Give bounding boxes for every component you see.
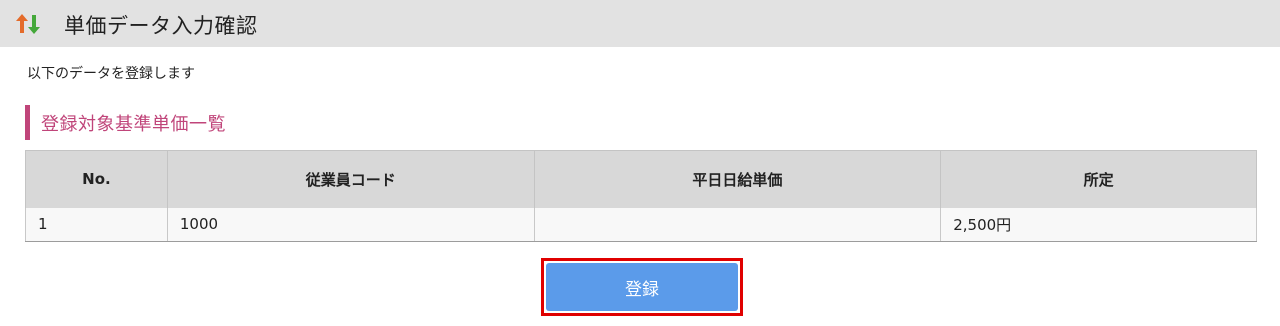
unit-price-table: No. 従業員コード 平日日給単価 所定 1 1000 2,500円: [25, 150, 1257, 242]
cell-scheduled: 2,500円: [940, 207, 1257, 242]
section-title: 登録対象基準単価一覧: [41, 113, 226, 135]
section-heading: 登録対象基準単価一覧: [25, 105, 226, 140]
cell-no: 1: [25, 207, 168, 242]
table-header-row: No. 従業員コード 平日日給単価 所定: [25, 150, 1257, 208]
register-button[interactable]: 登録: [546, 263, 738, 311]
column-header-no: No.: [25, 150, 168, 208]
page-header: 単価データ入力確認: [0, 0, 1280, 47]
column-header-employee-code: 従業員コード: [167, 150, 535, 208]
table-row: 1 1000 2,500円: [25, 207, 1257, 242]
sort-arrows-icon: [15, 13, 41, 35]
intro-message: 以下のデータを登録します: [27, 66, 195, 82]
page-title: 単価データ入力確認: [64, 14, 258, 38]
cell-weekday-daily-rate: [534, 207, 942, 242]
cell-employee-code: 1000: [167, 207, 535, 242]
column-header-weekday-daily-rate: 平日日給単価: [534, 150, 942, 208]
column-header-scheduled: 所定: [940, 150, 1257, 208]
